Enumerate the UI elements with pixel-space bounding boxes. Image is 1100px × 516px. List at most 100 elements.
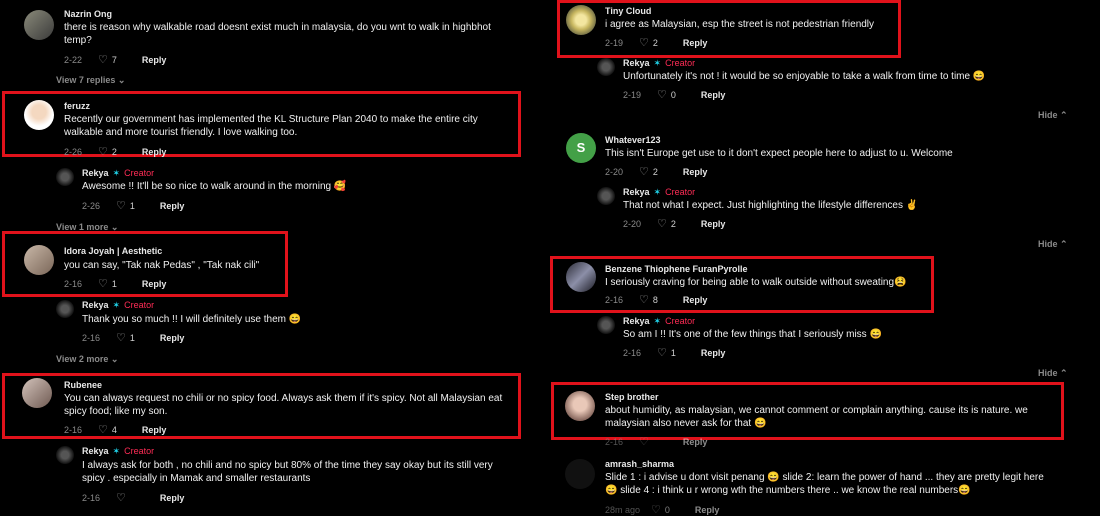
avatar[interactable] xyxy=(597,316,615,334)
heart-icon[interactable]: ♡ xyxy=(657,346,667,359)
comment-username[interactable]: Rekya Creator xyxy=(82,300,154,311)
comment-meta: 2-20 ♡ 2 Reply xyxy=(623,217,725,230)
comment-username[interactable]: Rekya Creator xyxy=(82,446,154,457)
username-label: Rekya xyxy=(623,58,650,68)
comment-username[interactable]: Tiny Cloud xyxy=(605,6,651,16)
avatar[interactable] xyxy=(566,262,596,292)
reply-button[interactable]: Reply xyxy=(142,425,167,435)
reply-button[interactable]: Reply xyxy=(701,348,726,358)
reply-button[interactable]: Reply xyxy=(701,219,726,229)
comment-username[interactable]: Nazrin Ong xyxy=(64,9,112,19)
avatar[interactable] xyxy=(24,10,54,40)
heart-icon[interactable]: ♡ xyxy=(98,423,108,436)
creator-badge: Creator xyxy=(113,446,155,456)
avatar[interactable] xyxy=(597,187,615,205)
heart-icon[interactable]: ♡ xyxy=(116,199,126,212)
comment-meta: 2-19 ♡ 2 Reply xyxy=(605,36,707,49)
reply-button[interactable]: Reply xyxy=(683,437,708,447)
comment-text: you can say, "Tak nak Pedas" , "Tak nak … xyxy=(64,260,260,271)
avatar[interactable] xyxy=(24,245,54,275)
avatar[interactable] xyxy=(597,58,615,76)
avatar[interactable] xyxy=(56,168,74,186)
creator-badge: Creator xyxy=(113,300,155,310)
comment-date: 2-16 xyxy=(64,278,83,289)
avatar[interactable] xyxy=(565,391,595,421)
comment-date: 2-16 xyxy=(605,436,624,447)
like-count: 2 xyxy=(652,166,658,177)
comment-username[interactable]: Idora Joyah | Aesthetic xyxy=(64,246,162,256)
hide-replies-button[interactable]: Hide xyxy=(1038,110,1068,121)
comment-text: That not what I expect. Just highlightin… xyxy=(623,200,919,211)
like-count: 0 xyxy=(670,89,676,100)
comment-meta: 2-20 ♡ 2 Reply xyxy=(605,165,707,178)
heart-icon[interactable]: ♡ xyxy=(639,165,649,178)
avatar[interactable] xyxy=(566,5,596,35)
comment-username[interactable]: Step brother xyxy=(605,392,659,402)
heart-icon[interactable]: ♡ xyxy=(639,435,649,448)
reply-button[interactable]: Reply xyxy=(683,295,708,305)
reply-button[interactable]: Reply xyxy=(701,90,726,100)
comment-meta: 2-16 ♡ 1 Reply xyxy=(82,331,184,344)
comment-text: So am I !! It's one of the few things th… xyxy=(623,329,882,340)
avatar[interactable] xyxy=(22,378,52,408)
comment-date: 2-20 xyxy=(605,166,624,177)
view-more-button[interactable]: View 2 more xyxy=(56,354,118,365)
heart-icon[interactable]: ♡ xyxy=(657,217,667,230)
comment-meta: 2-16 ♡ Reply xyxy=(605,435,707,448)
avatar[interactable]: S xyxy=(566,133,596,163)
comment-username[interactable]: Rekya Creator xyxy=(82,168,154,179)
like-count: 1 xyxy=(670,347,676,358)
comment-username[interactable]: Whatever123 xyxy=(605,135,661,145)
heart-icon[interactable]: ♡ xyxy=(116,331,126,344)
comment-date: 2-16 xyxy=(82,492,101,503)
reply-button[interactable]: Reply xyxy=(683,167,708,177)
comment-meta: 2-16 ♡ 4 Reply xyxy=(64,423,166,436)
comment-date: 2-16 xyxy=(623,347,642,358)
heart-icon[interactable]: ♡ xyxy=(639,36,649,49)
comment-meta: 2-16 ♡ 1 Reply xyxy=(64,277,166,290)
username-label: Rekya xyxy=(623,316,650,326)
heart-icon[interactable]: ♡ xyxy=(98,53,108,66)
username-label: Rekya xyxy=(623,187,650,197)
reply-button[interactable]: Reply xyxy=(142,55,167,65)
avatar[interactable] xyxy=(56,446,74,464)
like-count: 7 xyxy=(111,54,117,65)
left-comments-column: Nazrin Ong there is reason why walkable … xyxy=(0,0,548,510)
comment-date: 2-20 xyxy=(623,218,642,229)
avatar[interactable] xyxy=(24,100,54,130)
hide-replies-button[interactable]: Hide xyxy=(1038,239,1068,250)
comment-username[interactable]: Rekya Creator xyxy=(623,187,695,198)
avatar[interactable] xyxy=(565,459,595,489)
comment-username[interactable]: Rekya Creator xyxy=(623,58,695,69)
comment-text: Thank you so much !! I will definitely u… xyxy=(82,314,302,325)
reply-button[interactable]: Reply xyxy=(683,38,708,48)
like-count: 2 xyxy=(111,146,117,157)
comment-username[interactable]: feruzz xyxy=(64,101,90,111)
comment-text: Unfortunately it's not ! it would be so … xyxy=(623,71,986,82)
comment-username[interactable]: amrash_sharma xyxy=(605,459,674,469)
reply-button[interactable]: Reply xyxy=(160,333,185,343)
comment-username[interactable]: Rubenee xyxy=(64,380,102,390)
comment-meta: 2-16 ♡ 1 Reply xyxy=(623,346,725,359)
comment-meta: 2-26 ♡ 2 Reply xyxy=(64,145,166,158)
comment-username[interactable]: Benzene Thiophene FuranPyrolle xyxy=(605,264,748,274)
reply-button[interactable]: Reply xyxy=(160,493,185,503)
like-count: 1 xyxy=(129,200,135,211)
comment-date: 2-16 xyxy=(605,294,624,305)
reply-button[interactable]: Reply xyxy=(142,147,167,157)
avatar[interactable] xyxy=(56,300,74,318)
reply-button[interactable]: Reply xyxy=(142,279,167,289)
reply-button[interactable]: Reply xyxy=(160,201,185,211)
comment-text: there is reason why walkable road doesnt… xyxy=(64,22,491,46)
heart-icon[interactable]: ♡ xyxy=(657,88,667,101)
heart-icon[interactable]: ♡ xyxy=(639,293,649,306)
heart-icon[interactable]: ♡ xyxy=(98,145,108,158)
heart-icon[interactable]: ♡ xyxy=(98,277,108,290)
username-label: Rekya xyxy=(82,446,109,456)
hide-replies-button[interactable]: Hide xyxy=(1038,368,1068,379)
heart-icon[interactable]: ♡ xyxy=(116,491,126,504)
comment-username[interactable]: Rekya Creator xyxy=(623,316,695,327)
comment-meta: 2-16 ♡ Reply xyxy=(82,491,184,504)
comment-text: This isn't Europe get use to it don't ex… xyxy=(605,148,953,159)
view-replies-button[interactable]: View 7 replies xyxy=(56,75,125,86)
